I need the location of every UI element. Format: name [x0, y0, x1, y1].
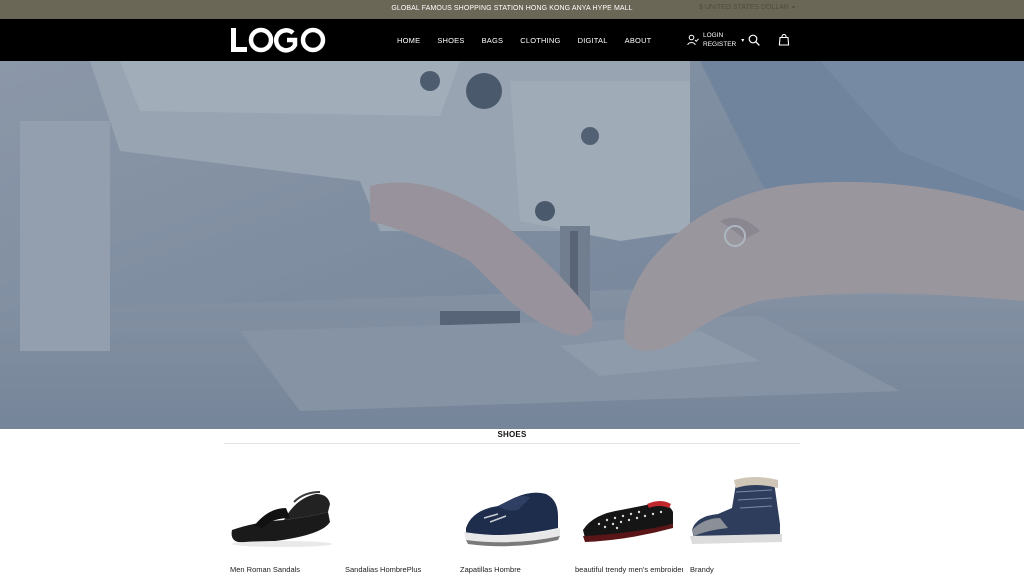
product-card[interactable]: Sandalias HombrePlus: [339, 466, 451, 576]
product-name[interactable]: Sandalias HombrePlus: [345, 565, 453, 574]
currency-selector[interactable]: $ UNITED STATES DOLLAR ▾: [699, 4, 795, 11]
account-links: LOGIN REGISTER: [703, 31, 736, 49]
main-nav: HOME SHOES BAGS CLOTHING DIGITAL ABOUT: [397, 19, 668, 61]
account-menu[interactable]: LOGIN REGISTER ▾: [687, 31, 744, 49]
currency-label: $ UNITED STATES DOLLAR: [699, 4, 789, 11]
login-link[interactable]: LOGIN: [703, 31, 736, 40]
product-name[interactable]: Brandy: [690, 565, 798, 574]
product-image-placeholder: [339, 472, 451, 556]
shopping-bag-icon[interactable]: [778, 34, 790, 46]
product-card[interactable]: Zapatillas Hombre: [454, 466, 566, 576]
register-link[interactable]: REGISTER: [703, 40, 736, 49]
nav-clothing[interactable]: CLOTHING: [520, 36, 560, 45]
site-header: HOME SHOES BAGS CLOTHING DIGITAL ABOUT L…: [0, 19, 1024, 61]
product-image-sneaker: [464, 492, 560, 547]
announcement-bar: GLOBAL FAMOUS SHOPPING STATION HONG KONG…: [0, 0, 1024, 19]
nav-bags[interactable]: BAGS: [482, 36, 504, 45]
product-name[interactable]: beautiful trendy men's embroidered loafe…: [575, 565, 683, 574]
nav-shoes[interactable]: SHOES: [437, 36, 464, 45]
product-image-sandal: [231, 491, 332, 547]
product-card[interactable]: beautiful trendy men's embroidered loafe…: [569, 466, 683, 576]
nav-about[interactable]: ABOUT: [625, 36, 652, 45]
product-card[interactable]: Men Roman Sandals: [224, 466, 336, 576]
product-list: Men Roman Sandals Sandalias HombrePlus Z…: [224, 466, 804, 576]
product-card[interactable]: Brandy: [684, 466, 796, 576]
product-image-loafer: [583, 501, 673, 542]
chevron-down-icon: ▾: [791, 5, 795, 11]
section-title-shoes: SHOES: [497, 430, 527, 439]
product-image-boot: [690, 477, 782, 544]
site-logo[interactable]: [229, 26, 327, 54]
nav-digital[interactable]: DIGITAL: [578, 36, 608, 45]
chevron-down-icon: ▾: [741, 37, 745, 44]
nav-home[interactable]: HOME: [397, 36, 420, 45]
hero-banner[interactable]: [0, 61, 1024, 429]
product-name[interactable]: Zapatillas Hombre: [460, 565, 568, 574]
user-check-icon: [687, 34, 699, 46]
logo-wordmark: [231, 27, 326, 53]
product-name[interactable]: Men Roman Sandals: [230, 565, 338, 574]
section-divider: [224, 443, 800, 444]
search-icon[interactable]: [748, 34, 760, 46]
announcement-text: GLOBAL FAMOUS SHOPPING STATION HONG KONG…: [391, 5, 633, 12]
hero-image: [0, 61, 1024, 429]
